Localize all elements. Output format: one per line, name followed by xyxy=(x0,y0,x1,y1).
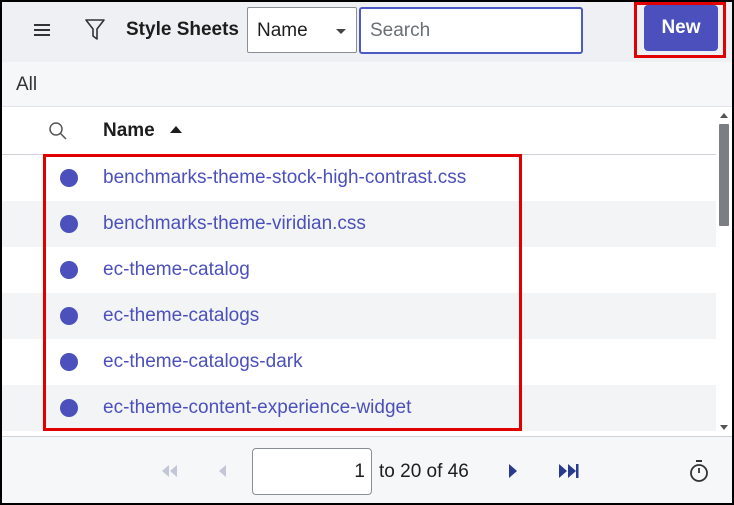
table-body: benchmarks-theme-stock-high-contrast.css… xyxy=(2,155,716,433)
filter-icon[interactable] xyxy=(84,18,106,42)
table-header: Name xyxy=(2,107,716,155)
chevron-down-icon xyxy=(336,29,346,34)
record-dot-icon xyxy=(60,261,78,279)
scroll-down-icon[interactable] xyxy=(720,425,728,430)
table-row: benchmarks-theme-stock-high-contrast.css xyxy=(2,155,716,201)
menu-icon[interactable] xyxy=(32,20,52,40)
pagination-bar: to 20 of 46 xyxy=(2,436,732,504)
column-header-name[interactable]: Name xyxy=(103,120,155,142)
search-field-select[interactable]: Name xyxy=(247,7,357,53)
table-row: benchmarks-theme-viridian.css xyxy=(2,201,716,247)
vertical-scrollbar[interactable] xyxy=(716,107,732,436)
first-page-icon[interactable] xyxy=(159,465,179,477)
record-dot-icon xyxy=(60,169,78,187)
row-link[interactable]: ec-theme-content-experience-widget xyxy=(103,397,411,419)
search-field-select-value: Name xyxy=(257,20,308,41)
table-row: ec-theme-catalogs xyxy=(2,293,716,339)
row-link[interactable]: benchmarks-theme-viridian.css xyxy=(103,213,366,235)
breadcrumb-all[interactable]: All xyxy=(16,74,37,96)
page-title: Style Sheets xyxy=(126,19,239,40)
pagination-range: to 20 of 46 xyxy=(379,461,469,482)
stopwatch-icon[interactable] xyxy=(688,459,710,483)
table-row: ec-theme-catalogs-dark xyxy=(2,339,716,385)
search-icon[interactable] xyxy=(48,121,68,141)
breadcrumb: All xyxy=(2,62,732,107)
previous-page-icon[interactable] xyxy=(218,465,228,477)
scroll-up-icon[interactable] xyxy=(720,113,728,118)
new-button-highlight xyxy=(634,2,726,58)
record-dot-icon xyxy=(60,215,78,233)
list-header: Style Sheets Name xyxy=(2,2,732,62)
search-input[interactable] xyxy=(359,7,583,54)
record-dot-icon xyxy=(60,307,78,325)
scrollbar-thumb[interactable] xyxy=(719,124,729,226)
last-page-icon[interactable] xyxy=(558,464,580,478)
page-number-input[interactable] xyxy=(252,448,372,495)
record-dot-icon xyxy=(60,353,78,371)
table-row: ec-theme-content-experience-widget xyxy=(2,385,716,431)
row-link[interactable]: benchmarks-theme-stock-high-contrast.css xyxy=(103,167,466,189)
row-link[interactable]: ec-theme-catalogs-dark xyxy=(103,351,303,373)
sort-ascending-icon[interactable] xyxy=(170,126,182,133)
row-link[interactable]: ec-theme-catalogs xyxy=(103,305,259,327)
record-dot-icon xyxy=(60,399,78,417)
table-row: ec-theme-catalog xyxy=(2,247,716,293)
next-page-icon[interactable] xyxy=(508,464,518,478)
row-link[interactable]: ec-theme-catalog xyxy=(103,259,250,281)
